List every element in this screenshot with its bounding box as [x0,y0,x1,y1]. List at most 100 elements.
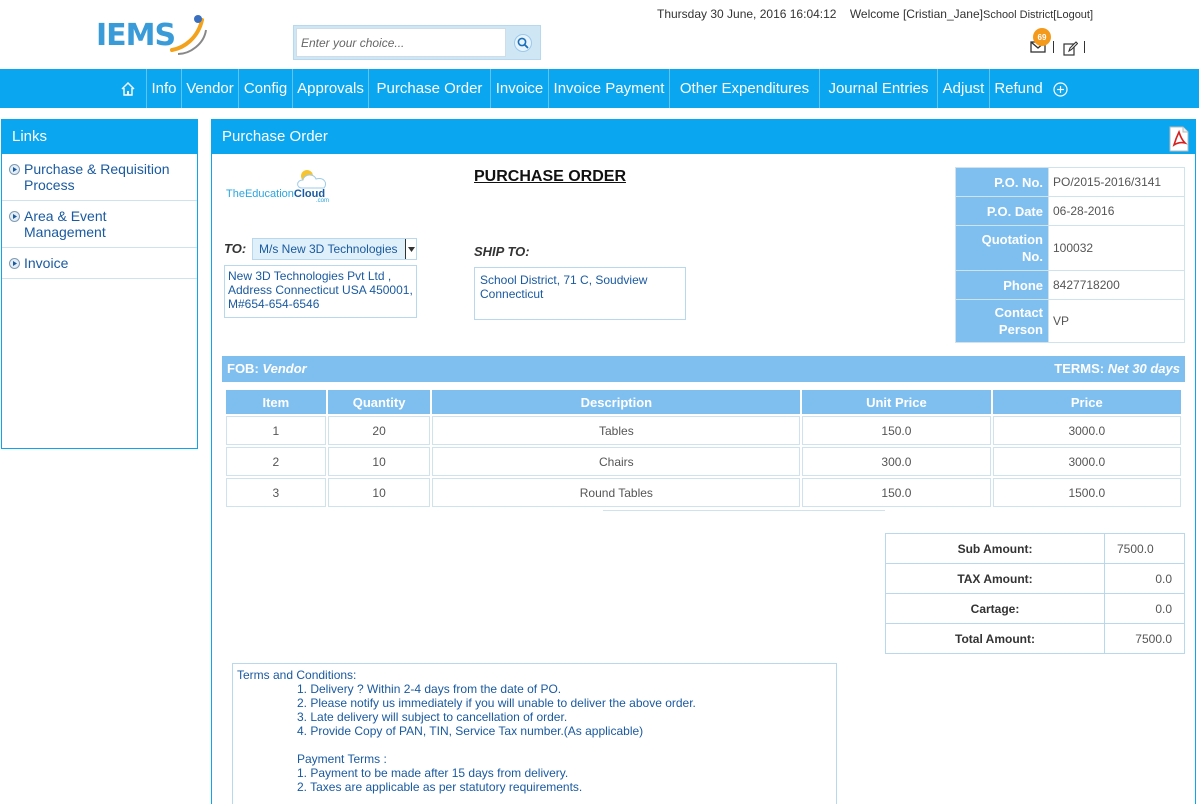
panel-title: Purchase Order [222,128,328,145]
totals-label: TAX Amount: [885,563,1105,594]
logo-swoosh-icon [170,15,207,55]
vendor-select-value: M/s New 3D Technologies [259,242,398,256]
header-separator [1053,41,1054,53]
cell-item: 1 [226,416,326,445]
iems-logo[interactable]: IEMS [94,10,214,60]
column-header-item: Item [226,390,326,414]
search-button[interactable] [509,29,537,56]
table-row: 3 10 Round Tables 150.0 1500.0 [226,478,1181,507]
panel-header: Purchase Order [212,120,1195,154]
payment-terms-item: 2. Taxes are applicable as per statutory… [297,780,583,794]
sidebar-title: Links [2,120,197,154]
dropdown-arrow-icon[interactable] [405,239,416,259]
bullet-icon [9,258,20,269]
cell-unit-price: 300.0 [802,447,991,476]
items-table: Item Quantity Description Unit Price Pri… [224,390,1183,507]
totals-row: Total Amount: 7500.0 [885,623,1185,654]
table-row: 1 20 Tables 150.0 3000.0 [226,416,1181,445]
ship-to-label: SHIP TO: [474,244,530,259]
po-info-row: P.O. Date 06-28-2016 [955,196,1185,226]
terms-title: Terms and Conditions: [237,668,357,682]
payment-terms-item: 1. Payment to be made after 15 days from… [297,766,569,780]
nav-home[interactable] [110,69,146,108]
sidebar-item-area-event[interactable]: Area & Event Management [2,201,197,248]
sidebar-item-invoice[interactable]: Invoice [2,248,197,279]
bullet-icon [9,211,20,222]
terms-label: TERMS: [1054,361,1105,376]
po-info-label: Quotation No. [955,225,1049,271]
to-label: TO: [224,241,247,256]
nav-invoice-payment[interactable]: Invoice Payment [549,69,669,108]
cell-quantity: 10 [327,447,431,476]
cell-item: 3 [226,478,326,507]
sidebar-item-label: Area & Event Management [24,208,107,240]
cell-price: 3000.0 [992,416,1181,445]
nav-info[interactable]: Info [147,69,181,108]
nav-adjust[interactable]: Adjust [938,69,989,108]
cell-item: 2 [226,447,326,476]
sidebar-item-purchase-requisition[interactable]: Purchase & Requisition Process [2,154,197,201]
ship-to-address: School District, 71 C, Soudview Connecti… [474,267,686,320]
totals-value: 7500.0 [1104,533,1185,564]
nav-refund[interactable]: Refund [990,69,1047,108]
column-header-description: Description [432,390,801,414]
totals-table: Sub Amount: 7500.0 TAX Amount: 0.0 Carta… [885,533,1185,654]
po-info-value: PO/2015-2016/3141 [1048,167,1185,197]
search-icon [514,33,532,52]
cell-description: Round Tables [432,478,801,507]
fob-info: FOB: Vendor [227,356,307,382]
nav-journal-entries[interactable]: Journal Entries [820,69,937,108]
cloud-icon [297,170,327,189]
bullet-icon [9,164,20,175]
nav-more[interactable] [1047,69,1073,108]
notification-badge[interactable]: 69 [1033,28,1051,46]
terms-item: 2. Please notify us immediately if you w… [297,696,696,710]
logout-link[interactable]: [Logout] [1053,9,1093,21]
totals-value: 0.0 [1104,593,1185,624]
totals-value: 7500.0 [1104,623,1185,654]
nav-config[interactable]: Config [239,69,292,108]
sidebar-item-label: Invoice [24,255,69,271]
totals-row: Cartage: 0.0 [885,593,1185,624]
nav-other-expenditures[interactable]: Other Expenditures [670,69,819,108]
cell-price: 3000.0 [992,447,1181,476]
vendor-select[interactable]: M/s New 3D Technologies [252,238,417,260]
datetime-text: Thursday 30 June, 2016 16:04:12 [657,7,837,21]
nav-purchase-order[interactable]: Purchase Order [369,69,490,108]
table-row: 2 10 Chairs 300.0 3000.0 [226,447,1181,476]
sidebar: Links Purchase & Requisition Process Are… [1,119,198,449]
fob-value: Vendor [262,361,307,376]
fob-terms-bar: FOB: Vendor TERMS: Net 30 days [222,356,1185,382]
logo-part-education: Education [244,188,294,200]
po-heading: PURCHASE ORDER [474,168,627,185]
po-info-value: 06-28-2016 [1048,196,1185,226]
header-icons: 69 [1030,28,1100,58]
cell-price: 1500.0 [992,478,1181,507]
logo-part-com: .com [316,198,330,204]
cell-unit-price: 150.0 [802,416,991,445]
header: IEMS Thursday 30 June, 2016 16:04:12 Wel… [0,0,1199,69]
cell-description: Chairs [432,447,801,476]
payment-terms-title: Payment Terms : [297,752,387,766]
po-info-label: P.O. No. [955,167,1049,197]
header-user-info: Thursday 30 June, 2016 16:04:12 Welcome … [657,7,1093,21]
po-info-row: Phone 8427718200 [955,270,1185,300]
terms-item: 3. Late delivery will subject to cancell… [297,710,568,724]
nav-vendor[interactable]: Vendor [182,69,238,108]
totals-label: Cartage: [885,593,1105,624]
search-input[interactable] [296,28,506,57]
po-info-row: Contact Person VP [955,299,1185,343]
edit-icon[interactable] [1063,41,1078,56]
nav-approvals[interactable]: Approvals [293,69,368,108]
cell-quantity: 20 [327,416,431,445]
column-header-quantity: Quantity [327,390,431,414]
column-header-unit-price: Unit Price [802,390,991,414]
po-info-label: Phone [955,270,1049,300]
terms-and-conditions: Terms and Conditions: 1. Delivery ? With… [232,663,837,804]
table-divider [603,510,885,511]
pdf-icon[interactable] [1167,126,1191,152]
main-nav: Info Vendor Config Approvals Purchase Or… [0,69,1199,108]
nav-invoice[interactable]: Invoice [491,69,548,108]
cell-quantity: 10 [327,478,431,507]
cell-description: Tables [432,416,801,445]
